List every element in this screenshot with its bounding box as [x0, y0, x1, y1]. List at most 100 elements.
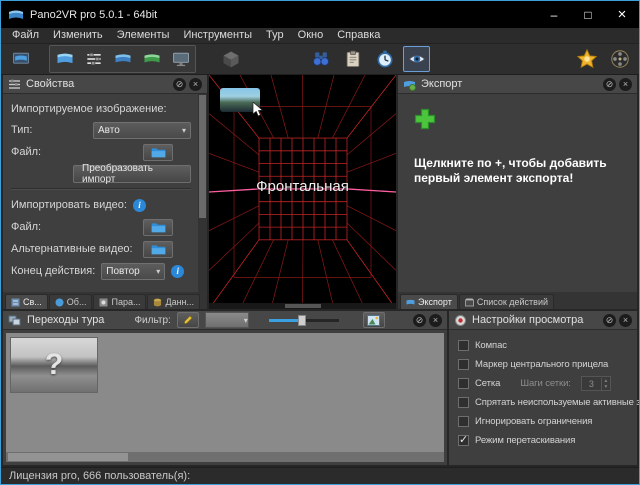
info-icon[interactable]: i: [132, 198, 146, 212]
bottom-area: Переходы тура Фильтр: ▾ ⊘ × ? Настройки …: [1, 309, 639, 467]
minimize-button[interactable]: –: [537, 1, 571, 28]
end-action-dropdown[interactable]: Повтор ▾: [101, 262, 166, 280]
close-panel-icon[interactable]: ×: [189, 77, 202, 91]
pencil-icon: [183, 315, 193, 325]
window-controls: – □ ×: [537, 1, 639, 28]
preview-image-button[interactable]: [362, 312, 385, 328]
setting-row-drag-mode: Режим перетаскивания: [458, 431, 633, 450]
grid-steps-spinner[interactable]: 3 ▲ ▼: [580, 376, 611, 391]
find-button[interactable]: [307, 46, 334, 72]
scrollbar-handle[interactable]: [8, 453, 128, 461]
detach-panel-icon[interactable]: ⊘: [173, 77, 186, 91]
divider: [11, 188, 191, 190]
timer-button[interactable]: [371, 46, 398, 72]
grid-steps-value: 3: [588, 378, 594, 389]
chevron-down-icon: ▾: [156, 266, 161, 276]
close-button[interactable]: ×: [605, 1, 639, 28]
main-toolbar: [1, 44, 639, 75]
scrollbar-handle[interactable]: [284, 304, 321, 308]
panorama-preview-button[interactable]: [109, 46, 136, 72]
detach-panel-icon[interactable]: ⊘: [413, 313, 426, 327]
properties-scrollbar[interactable]: [198, 94, 207, 292]
spinner-arrows-icon[interactable]: ▲ ▼: [600, 377, 610, 390]
panorama-thumbnail[interactable]: [220, 88, 264, 117]
convert-import-button[interactable]: Преобразовать импорт: [73, 163, 191, 185]
properties-icon: [9, 79, 20, 89]
filter-label: Фильтр:: [134, 314, 171, 326]
menu-bar: Файл Изменить Элементы Инструменты Тур О…: [1, 28, 639, 44]
menu-item-tools[interactable]: Инструменты: [176, 28, 259, 43]
folder-icon: [151, 222, 165, 232]
drag-mode-checkbox[interactable]: [458, 433, 469, 446]
file-browse-button[interactable]: [143, 143, 173, 161]
menu-item-elements[interactable]: Элементы: [110, 28, 177, 43]
binoculars-icon: [312, 52, 329, 66]
folder-icon: [151, 244, 165, 254]
tab-parameters[interactable]: Пара...: [93, 294, 147, 309]
viewing-parameters-button[interactable]: [51, 46, 78, 72]
properties-panel-header: Свойства ⊘ ×: [3, 75, 207, 94]
scrollbar-handle[interactable]: [199, 95, 206, 218]
close-panel-icon[interactable]: ×: [619, 77, 632, 91]
settings-panel-title: Настройки просмотра: [472, 314, 584, 326]
tab-overview[interactable]: Об...: [48, 294, 93, 309]
export-panel-header: Экспорт ⊘ ×: [398, 75, 637, 94]
ignore-limits-checkbox[interactable]: [458, 416, 469, 427]
panorama-toolbar-group: [49, 45, 196, 73]
filter-type-dropdown[interactable]: ▾: [204, 312, 249, 328]
display-button[interactable]: [167, 46, 194, 72]
close-panel-icon[interactable]: ×: [619, 313, 632, 327]
hide-hotspots-checkbox[interactable]: [458, 397, 469, 408]
tab-export[interactable]: Экспорт: [400, 294, 458, 309]
menu-item-edit[interactable]: Изменить: [46, 28, 110, 43]
properties-tabbar: Св... Об... Пара... Данн...: [3, 292, 207, 309]
menu-item-window[interactable]: Окно: [291, 28, 331, 43]
center-marker-checkbox[interactable]: [458, 359, 469, 370]
film-editor-button[interactable]: [606, 46, 633, 72]
tour-transitions-icon: [8, 315, 21, 325]
maximize-button[interactable]: □: [571, 1, 605, 28]
add-export-button[interactable]: [414, 108, 436, 130]
data-tab-icon: [154, 298, 162, 306]
checkbox-label: Игнорировать ограничения: [475, 416, 593, 427]
info-icon[interactable]: i: [171, 264, 185, 278]
tab-properties[interactable]: Св...: [5, 294, 48, 309]
transitions-panel-header: Переходы тура Фильтр: ▾ ⊘ ×: [3, 311, 447, 330]
panorama-output-button[interactable]: [138, 46, 165, 72]
edit-filter-button[interactable]: [176, 312, 199, 328]
mouse-cursor-icon: [252, 102, 264, 117]
export-tabbar: Экспорт Список действий: [398, 292, 637, 309]
menu-item-file[interactable]: Файл: [5, 28, 46, 43]
transitions-scrollbar[interactable]: [6, 452, 444, 462]
settings-panel-chrome: ⊘ ×: [603, 313, 632, 327]
user-data-button[interactable]: [80, 46, 107, 72]
export-panel: Экспорт ⊘ × Щелкните по +, чтобы добавит…: [398, 75, 637, 309]
menu-item-help[interactable]: Справка: [330, 28, 387, 43]
end-action-value: Повтор: [106, 265, 140, 277]
panorama-viewer[interactable]: Фронтальная: [209, 75, 396, 309]
grid-checkbox[interactable]: [458, 378, 469, 389]
viewer-scrollbar[interactable]: [209, 303, 396, 309]
filter-strength-slider[interactable]: [268, 313, 339, 327]
image-icon: [367, 314, 381, 326]
slider-handle[interactable]: [298, 315, 307, 326]
input-panorama-button[interactable]: [7, 46, 34, 72]
alt-video-browse-button[interactable]: [143, 240, 173, 258]
tab-action-list[interactable]: Список действий: [458, 294, 555, 309]
viewer-settings-button[interactable]: [403, 46, 430, 72]
detach-panel-icon[interactable]: ⊘: [603, 77, 616, 91]
menu-item-tour[interactable]: Тур: [259, 28, 291, 43]
pro-badge-button[interactable]: [573, 46, 600, 72]
video-file-browse-button[interactable]: [143, 218, 173, 236]
detach-panel-icon[interactable]: ⊘: [603, 313, 616, 327]
type-dropdown[interactable]: Авто ▾: [93, 121, 191, 139]
compass-checkbox[interactable]: [458, 340, 469, 351]
close-panel-icon[interactable]: ×: [429, 313, 442, 327]
panorama-list-item[interactable]: ?: [10, 337, 98, 393]
panorama-icon: [115, 54, 130, 63]
setting-row-hide-hotspots: Спрятать неиспользуемые активные зоны: [458, 393, 639, 412]
tab-data[interactable]: Данн...: [147, 294, 201, 309]
clipboard-button[interactable]: [339, 46, 366, 72]
cube-face-button[interactable]: [217, 46, 244, 72]
grid-steps-label: Шаги сетки:: [520, 378, 571, 389]
